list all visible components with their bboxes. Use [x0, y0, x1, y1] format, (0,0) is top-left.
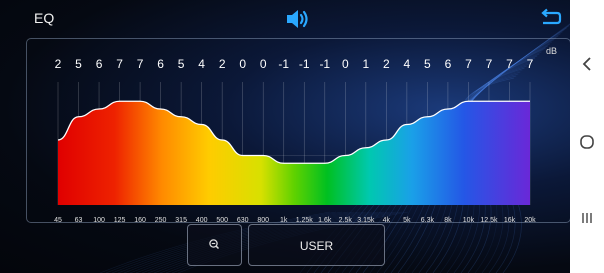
frequency-tick-label: 8k	[444, 217, 452, 224]
frequency-tick-label: 12.5k	[480, 217, 498, 224]
frequency-tick-label: 63	[75, 217, 83, 224]
preset-user-button[interactable]: USER	[248, 224, 385, 266]
frequency-tick-label: 16k	[504, 217, 516, 224]
frequency-tick-label: 1.25k	[296, 217, 314, 224]
band-db-value[interactable]: 1	[362, 57, 369, 71]
frequency-tick-label: 3.15k	[357, 217, 375, 224]
frequency-tick-label: 315	[175, 217, 187, 224]
band-db-value[interactable]: 2	[219, 57, 226, 71]
frequency-tick-label: 125	[114, 217, 126, 224]
band-db-value[interactable]: 5	[75, 57, 82, 71]
band-db-value[interactable]: 4	[404, 57, 411, 71]
frequency-tick-label: 800	[257, 217, 269, 224]
band-db-value[interactable]: 7	[527, 57, 534, 71]
frequency-tick-label: 400	[196, 217, 208, 224]
band-db-value[interactable]: 2	[55, 57, 62, 71]
frequency-tick-label: 45	[54, 217, 62, 224]
frequency-tick-label: 500	[216, 217, 228, 224]
band-db-value[interactable]: 4	[198, 57, 205, 71]
zoom-out-icon	[209, 239, 220, 250]
band-db-value[interactable]: 6	[96, 57, 103, 71]
band-db-value[interactable]: 5	[424, 57, 431, 71]
system-navigation-bar	[570, 0, 604, 273]
band-db-value[interactable]: 7	[116, 57, 123, 71]
frequency-tick-label: 10k	[463, 217, 475, 224]
band-db-value[interactable]: 7	[486, 57, 493, 71]
band-db-value[interactable]: 7	[137, 57, 144, 71]
frequency-tick-labels: 45 63 100 125 160 250 315 400 500 630 800 1k 1.25k 1.…	[54, 217, 536, 224]
band-db-value[interactable]: 0	[342, 57, 349, 71]
frequency-tick-label: 6.3k	[421, 217, 435, 224]
frequency-tick-label: 160	[134, 217, 146, 224]
band-db-value[interactable]: -1	[299, 57, 310, 71]
band-db-value[interactable]: 2	[383, 57, 390, 71]
recents-icon[interactable]	[570, 206, 604, 230]
frequency-tick-label: 100	[93, 217, 105, 224]
band-db-value[interactable]: 0	[260, 57, 267, 71]
frequency-tick-label: 2.5k	[339, 217, 353, 224]
top-bar: EQ	[0, 0, 570, 38]
home-circle-icon[interactable]	[570, 130, 604, 154]
db-value-labels: 2 5 6 7 7 6 5 4 2 0 0 -1 -1 -1 0 1 2 4 5 6 7 7 7 7	[55, 57, 534, 71]
bottom-controls: USER	[0, 224, 570, 269]
band-db-value[interactable]: 6	[445, 57, 452, 71]
band-db-value[interactable]: -1	[278, 57, 289, 71]
zoom-out-button[interactable]	[187, 224, 242, 266]
frequency-tick-label: 1k	[280, 217, 288, 224]
speaker-volume-icon[interactable]	[285, 7, 311, 31]
frequency-tick-label: 4k	[383, 217, 391, 224]
eq-chart[interactable]: 2 5 6 7 7 6 5 4 2 0 0 -1 -1 -1 0 1 2 4 5 6 7 7 7 7 45 63 100 125 16…	[0, 38, 570, 238]
band-db-value[interactable]: 7	[465, 57, 472, 71]
band-db-value[interactable]: 7	[506, 57, 513, 71]
band-db-value[interactable]: 6	[157, 57, 164, 71]
frequency-tick-label: 250	[155, 217, 167, 224]
return-arrow-icon[interactable]	[540, 8, 562, 26]
eq-screen: EQ dB 2 5 6 7 7 6 5 4 2 0 0 -1 -1 -1 0 1…	[0, 0, 570, 273]
band-db-value[interactable]: 0	[239, 57, 246, 71]
frequency-tick-label: 630	[237, 217, 249, 224]
back-chevron-icon[interactable]	[570, 52, 604, 76]
page-title: EQ	[34, 10, 55, 26]
band-db-value[interactable]: 5	[178, 57, 185, 71]
frequency-tick-label: 5k	[403, 217, 411, 224]
frequency-tick-label: 20k	[524, 217, 536, 224]
eq-curve-area	[58, 101, 530, 205]
frequency-tick-label: 1.6k	[318, 217, 332, 224]
band-db-value[interactable]: -1	[319, 57, 330, 71]
